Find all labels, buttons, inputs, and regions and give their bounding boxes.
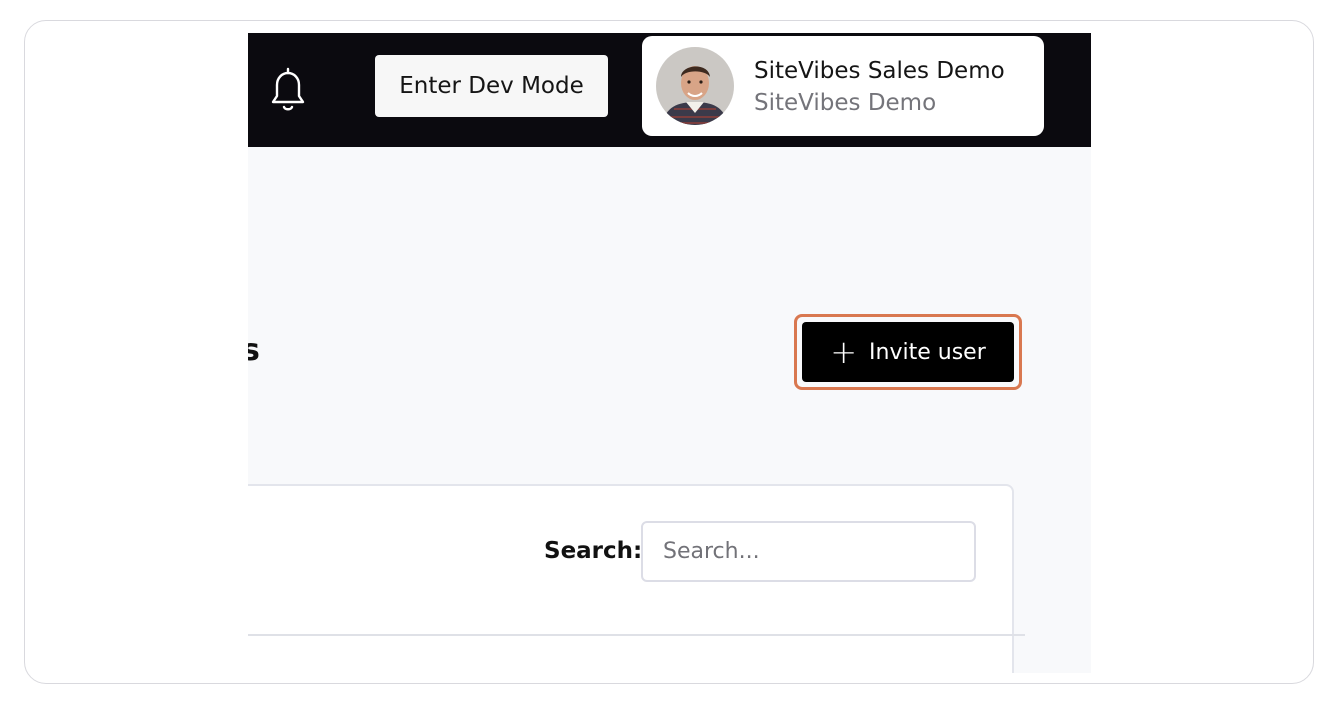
bell-icon[interactable] — [268, 65, 308, 115]
profile-organization: SiteVibes Demo — [754, 90, 937, 116]
profile-name: SiteVibes Sales Demo — [754, 58, 1005, 84]
top-navigation-bar: Enter Dev Mode SiteVibes Sales Demo Site… — [248, 33, 1091, 147]
screenshot-frame: Enter Dev Mode SiteVibes Sales Demo Site… — [24, 20, 1314, 684]
search-input[interactable] — [641, 521, 976, 582]
page-title: s — [248, 333, 260, 368]
enter-dev-mode-button[interactable]: Enter Dev Mode — [375, 55, 608, 117]
avatar — [656, 47, 734, 125]
app-viewport: Enter Dev Mode SiteVibes Sales Demo Site… — [248, 33, 1091, 673]
search-label: Search: — [544, 538, 643, 564]
table-header-divider — [248, 634, 1025, 636]
invite-user-label: Invite user — [869, 339, 986, 365]
plus-icon: + — [830, 333, 858, 371]
user-profile-menu[interactable]: SiteVibes Sales Demo SiteVibes Demo — [642, 36, 1044, 136]
invite-user-button[interactable]: + Invite user — [802, 322, 1014, 382]
